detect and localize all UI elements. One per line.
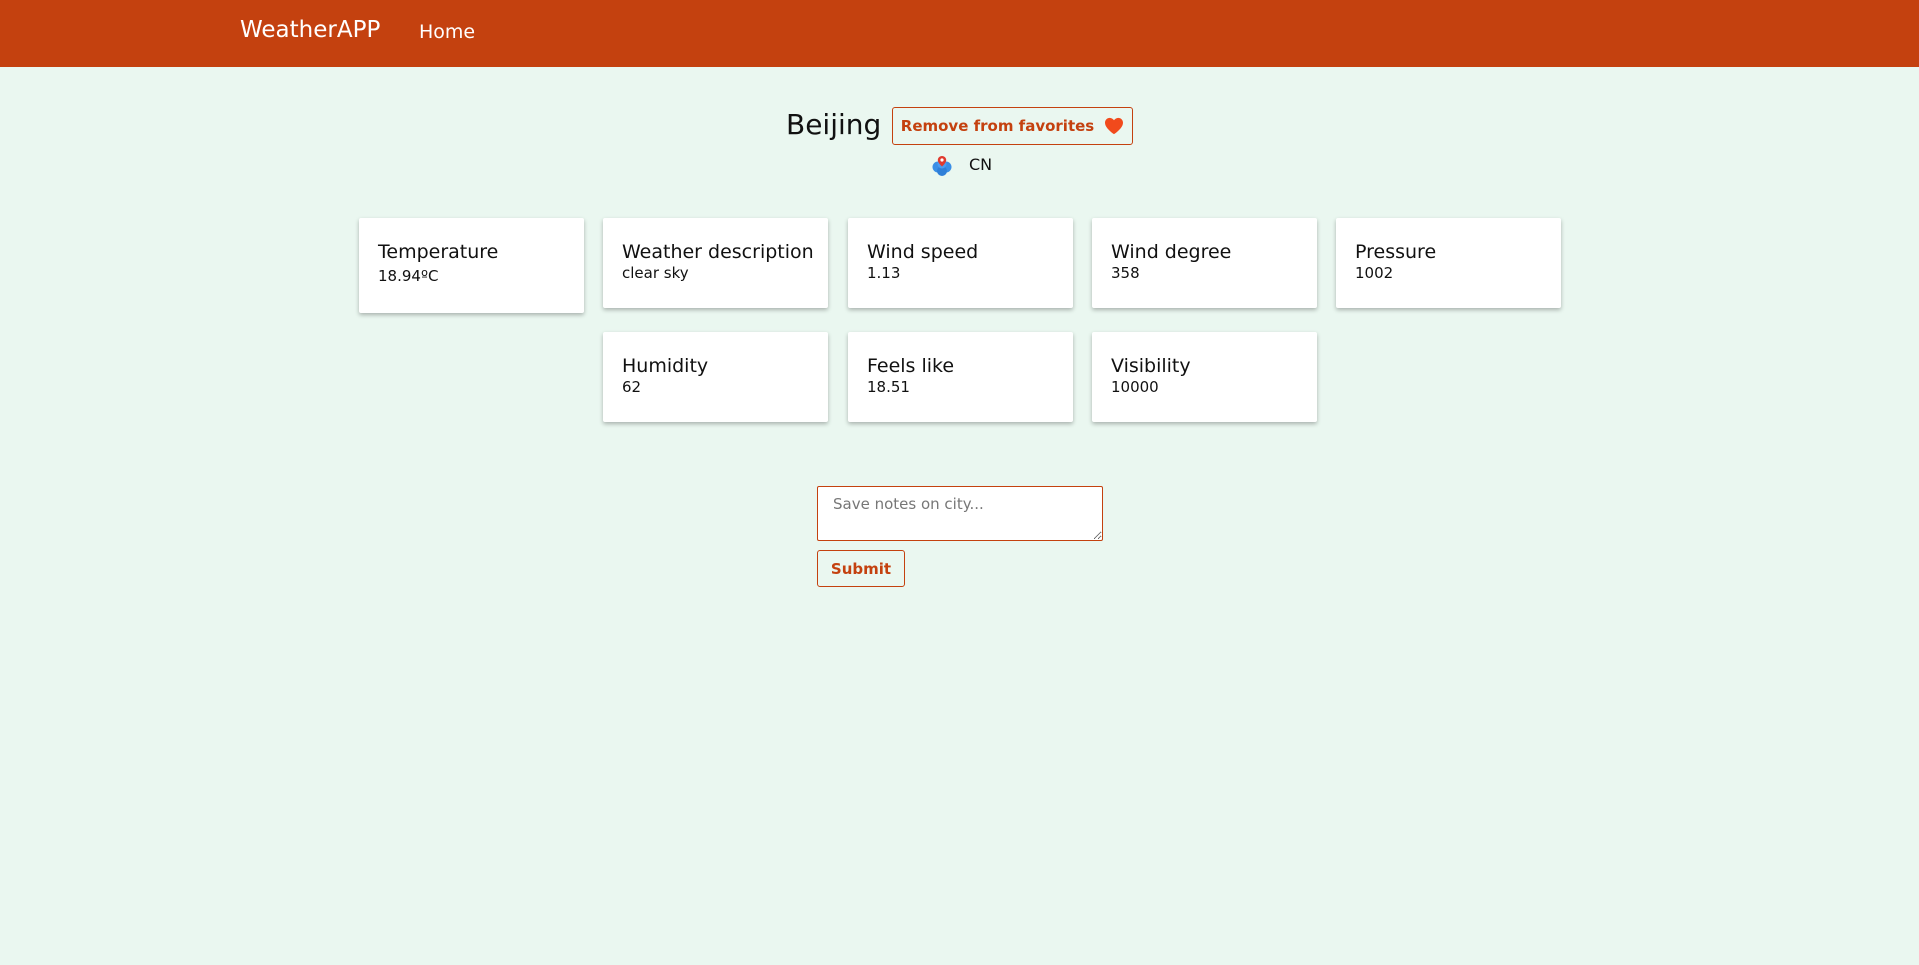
- pressure-card: Pressure 1002: [1336, 218, 1561, 308]
- favorite-button-label: Remove from favorites: [900, 117, 1095, 135]
- remove-from-favorites-button[interactable]: Remove from favorites: [892, 107, 1133, 145]
- visibility-card: Visibility 10000: [1092, 332, 1317, 422]
- navbar: WeatherAPP Home: [0, 0, 1919, 67]
- nav-home-link[interactable]: Home: [419, 21, 475, 43]
- temperature-card: Temperature 18.94ºC: [359, 218, 584, 313]
- wind-degree-card: Wind degree 358: [1092, 218, 1317, 308]
- heart-icon: [1105, 117, 1124, 135]
- card-value: clear sky: [622, 264, 689, 282]
- card-title: Temperature: [378, 241, 499, 263]
- card-value: 358: [1111, 264, 1140, 282]
- location-pin-icon: [932, 156, 952, 176]
- brand-link[interactable]: WeatherAPP: [240, 17, 380, 43]
- card-value: 10000: [1111, 378, 1159, 396]
- city-title: Beijing: [786, 108, 882, 141]
- submit-button[interactable]: Submit: [817, 550, 905, 587]
- card-value: 1.13: [867, 264, 901, 282]
- card-title: Humidity: [622, 355, 709, 377]
- wind-speed-card: Wind speed 1.13: [848, 218, 1073, 308]
- card-value: 18.94ºC: [378, 267, 439, 285]
- card-title: Wind speed: [867, 241, 979, 263]
- feels-like-card: Feels like 18.51: [848, 332, 1073, 422]
- notes-input[interactable]: [817, 486, 1103, 541]
- card-title: Wind degree: [1111, 241, 1232, 263]
- card-value: 62: [622, 378, 642, 396]
- card-value: 18.51: [867, 378, 910, 396]
- weather-description-card: Weather description clear sky: [603, 218, 828, 308]
- card-title: Feels like: [867, 355, 955, 377]
- card-title: Pressure: [1355, 241, 1437, 263]
- card-title: Visibility: [1111, 355, 1191, 377]
- card-value: 1002: [1355, 264, 1394, 282]
- country-code: CN: [969, 155, 993, 174]
- card-title: Weather description: [622, 241, 814, 263]
- humidity-card: Humidity 62: [603, 332, 828, 422]
